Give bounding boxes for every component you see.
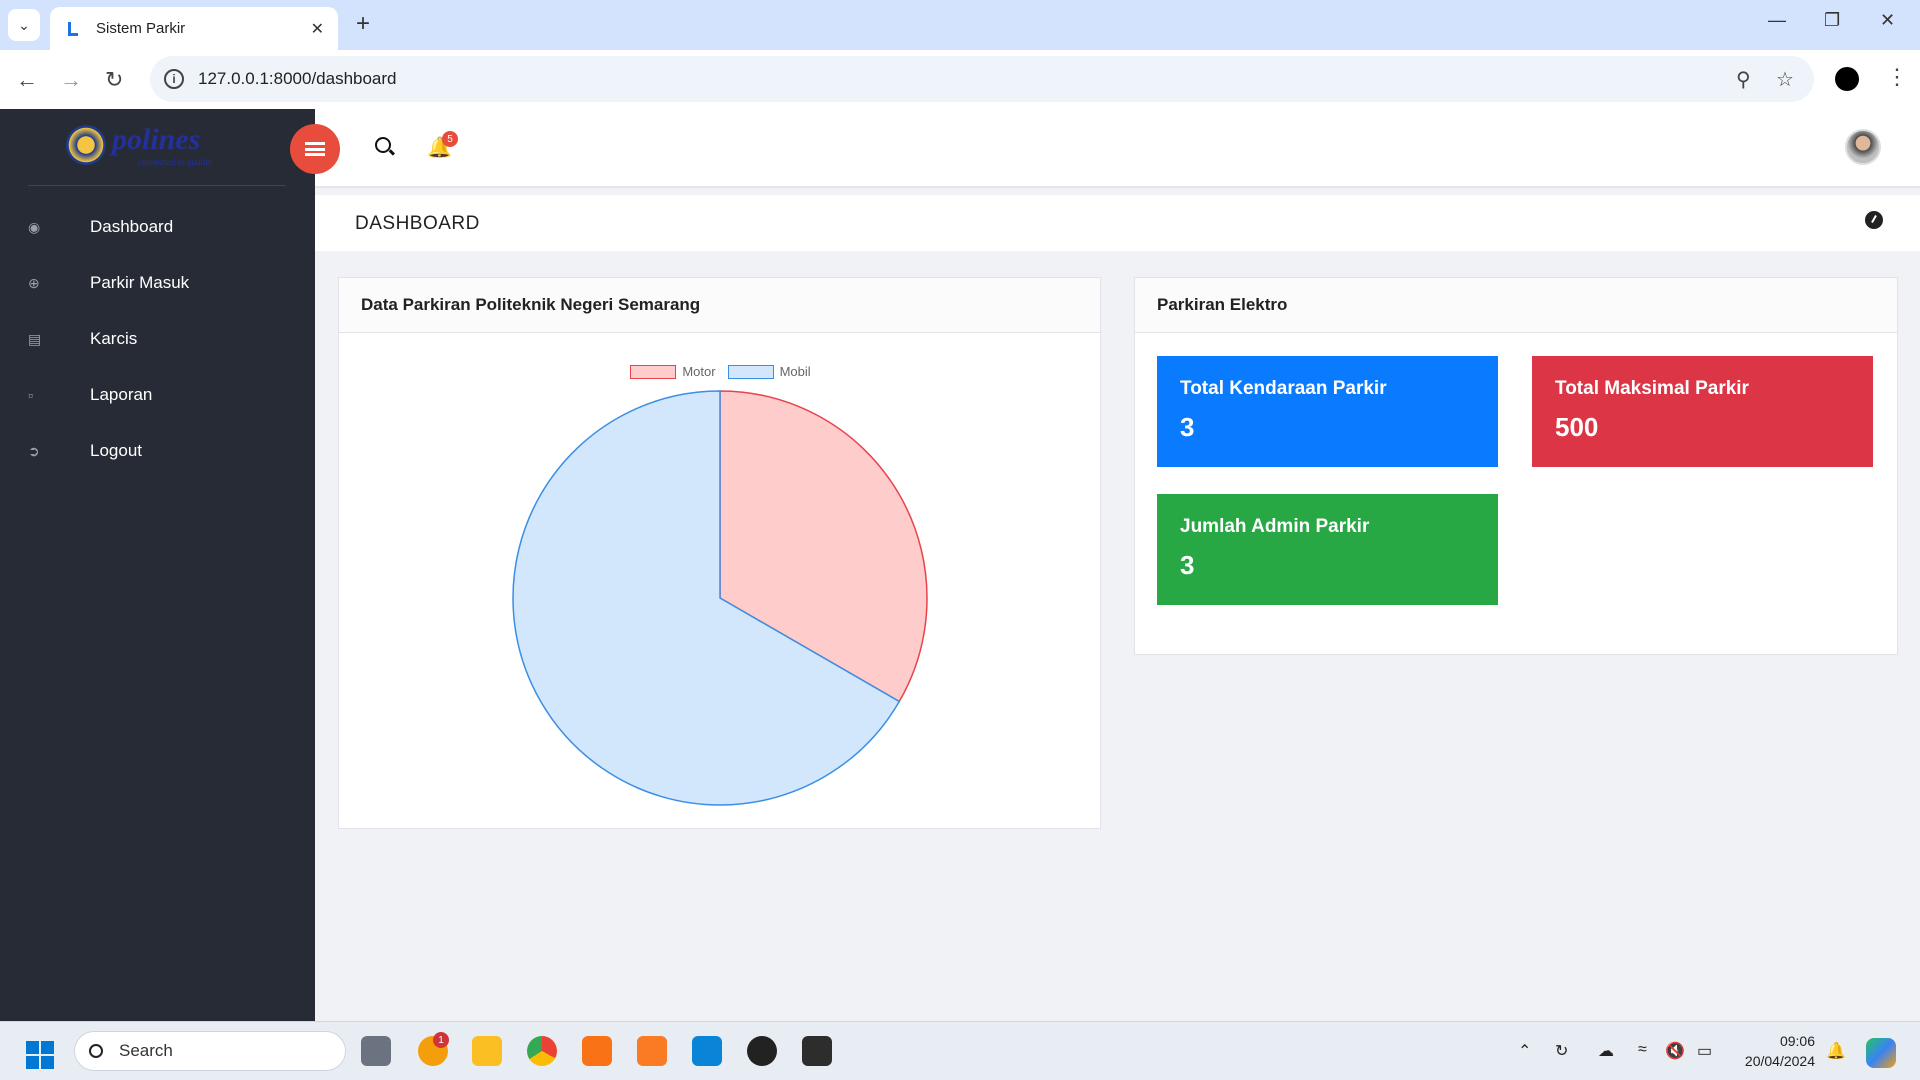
notification-badge: 5: [442, 131, 458, 147]
notification-bell-icon[interactable]: 🔔: [1826, 1041, 1846, 1061]
cloud-icon[interactable]: ☁: [1598, 1041, 1614, 1061]
photos-app-icon[interactable]: [582, 1036, 612, 1066]
user-avatar[interactable]: [1845, 129, 1881, 165]
chrome-icon[interactable]: [527, 1036, 557, 1066]
logo-text: polines: [112, 123, 201, 156]
sidebar-item-dashboard[interactable]: ◉ Dashboard: [0, 199, 315, 255]
clock-date: 20/04/2024: [1744, 1053, 1815, 1069]
stat-value: 3: [1180, 550, 1195, 580]
task-view-icon[interactable]: [361, 1036, 391, 1066]
hamburger-icon: [305, 142, 325, 156]
bookmark-star-icon[interactable]: ☆: [1776, 67, 1794, 92]
sidebar-item-logout[interactable]: ➲ Logout: [0, 423, 315, 479]
file-explorer-icon[interactable]: [472, 1036, 502, 1066]
new-tab-icon[interactable]: +: [356, 10, 370, 38]
stat-label: Total Kendaraan Parkir: [1180, 378, 1387, 399]
clock-time: 09:06: [1779, 1033, 1815, 1049]
forward-icon[interactable]: →: [60, 67, 82, 93]
sidebar-item-laporan[interactable]: ▫ Laporan: [0, 367, 315, 423]
profile-avatar[interactable]: [1835, 67, 1859, 91]
sidebar: polines committed to quality ◉ Dashboard…: [0, 109, 315, 1021]
page-title: DASHBOARD: [355, 213, 480, 234]
search-icon: [89, 1044, 103, 1058]
reload-icon[interactable]: ↻: [105, 67, 123, 93]
obs-icon[interactable]: [747, 1036, 777, 1066]
stat-label: Jumlah Admin Parkir: [1180, 516, 1370, 537]
palette-icon: ◉: [28, 218, 41, 235]
sidebar-menu: ◉ Dashboard ⊕ Parkir Masuk ▤ Karcis ▫ La…: [0, 199, 315, 479]
page-header: DASHBOARD: [315, 195, 1920, 251]
windows-taskbar: Search 1 ⌃ ↻ ☁ ≈ 🔇 ▭ 09:06 20/04/2024 🔔: [0, 1021, 1920, 1080]
sidebar-item-label: Laporan: [90, 385, 153, 404]
volume-muted-icon[interactable]: 🔇: [1665, 1041, 1685, 1061]
close-tab-icon[interactable]: ✕: [311, 19, 324, 39]
logo-emblem-icon: [66, 125, 106, 165]
sidebar-divider: [28, 185, 286, 186]
window-close-icon[interactable]: ✕: [1880, 10, 1895, 31]
windows-start-icon[interactable]: [26, 1041, 54, 1069]
sidebar-item-karcis[interactable]: ▤ Karcis: [0, 311, 315, 367]
restore-icon[interactable]: ❐: [1824, 10, 1840, 31]
logout-icon: ➲: [28, 442, 40, 459]
sidebar-item-parkir-masuk[interactable]: ⊕ Parkir Masuk: [0, 255, 315, 311]
browser-tab[interactable]: Sistem Parkir ✕: [50, 7, 338, 50]
info-card-title: Parkiran Elektro: [1135, 278, 1897, 333]
logo-tagline: committed to quality: [138, 157, 212, 167]
stat-total-maksimal: Total Maksimal Parkir 500: [1532, 356, 1873, 467]
address-bar[interactable]: i 127.0.0.1:8000/dashboard ⚲ ☆: [150, 56, 1814, 102]
minimize-icon[interactable]: —: [1768, 10, 1786, 31]
system-clock[interactable]: 09:06 20/04/2024: [1735, 1031, 1815, 1071]
xampp-icon[interactable]: [637, 1036, 667, 1066]
favicon-icon: [68, 21, 78, 36]
parkiran-elektro-card: Parkiran Elektro Total Kendaraan Parkir …: [1134, 277, 1898, 655]
taskbar-search[interactable]: Search: [74, 1031, 346, 1071]
stat-jumlah-admin: Jumlah Admin Parkir 3: [1157, 494, 1498, 605]
url-text[interactable]: 127.0.0.1:8000/dashboard: [198, 69, 397, 89]
menu-toggle-button[interactable]: [290, 124, 340, 174]
parking-chart-card: Data Parkiran Politeknik Negeri Semarang…: [338, 277, 1101, 829]
top-navbar: 🔔 5: [315, 109, 1920, 188]
stat-value: 3: [1180, 412, 1195, 442]
battery-icon[interactable]: ▭: [1697, 1041, 1712, 1061]
more-menu-icon[interactable]: ⋮: [1886, 64, 1908, 90]
back-icon[interactable]: ←: [16, 67, 38, 93]
wifi-icon[interactable]: ≈: [1638, 1041, 1647, 1059]
sidebar-item-label: Karcis: [90, 329, 138, 348]
chevron-up-icon[interactable]: ⌃: [1518, 1041, 1531, 1061]
copilot-icon[interactable]: [1866, 1038, 1896, 1068]
browser-tab-strip: ⌄ Sistem Parkir ✕ + — ❐ ✕: [0, 0, 1920, 50]
stat-total-kendaraan: Total Kendaraan Parkir 3: [1157, 356, 1498, 467]
search-icon[interactable]: [375, 137, 391, 153]
terminal-icon[interactable]: [802, 1036, 832, 1066]
plus-circle-icon: ⊕: [28, 274, 40, 291]
pie-chart: [512, 390, 928, 806]
sidebar-item-label: Logout: [90, 441, 142, 460]
ticket-icon: ▤: [28, 330, 42, 347]
stat-value: 500: [1555, 412, 1599, 442]
site-info-icon[interactable]: i: [164, 69, 184, 89]
browser-toolbar: ← → ↻ i 127.0.0.1:8000/dashboard ⚲ ☆ ⋮: [0, 50, 1920, 109]
sidebar-item-label: Parkir Masuk: [90, 273, 190, 292]
vscode-icon[interactable]: [692, 1036, 722, 1066]
tab-search-button[interactable]: ⌄: [8, 9, 40, 41]
stat-label: Total Maksimal Parkir: [1555, 378, 1749, 399]
dashboard-gauge-icon: [1865, 211, 1883, 229]
document-icon: ▫: [28, 387, 33, 403]
polines-logo: polines committed to quality: [66, 123, 246, 169]
sync-icon[interactable]: ↻: [1555, 1041, 1568, 1061]
app-badge: 1: [433, 1032, 449, 1048]
taskbar-search-placeholder: Search: [119, 1041, 173, 1060]
zoom-icon[interactable]: ⚲: [1736, 67, 1751, 92]
tab-title: Sistem Parkir: [96, 20, 186, 37]
sidebar-item-label: Dashboard: [90, 217, 174, 236]
